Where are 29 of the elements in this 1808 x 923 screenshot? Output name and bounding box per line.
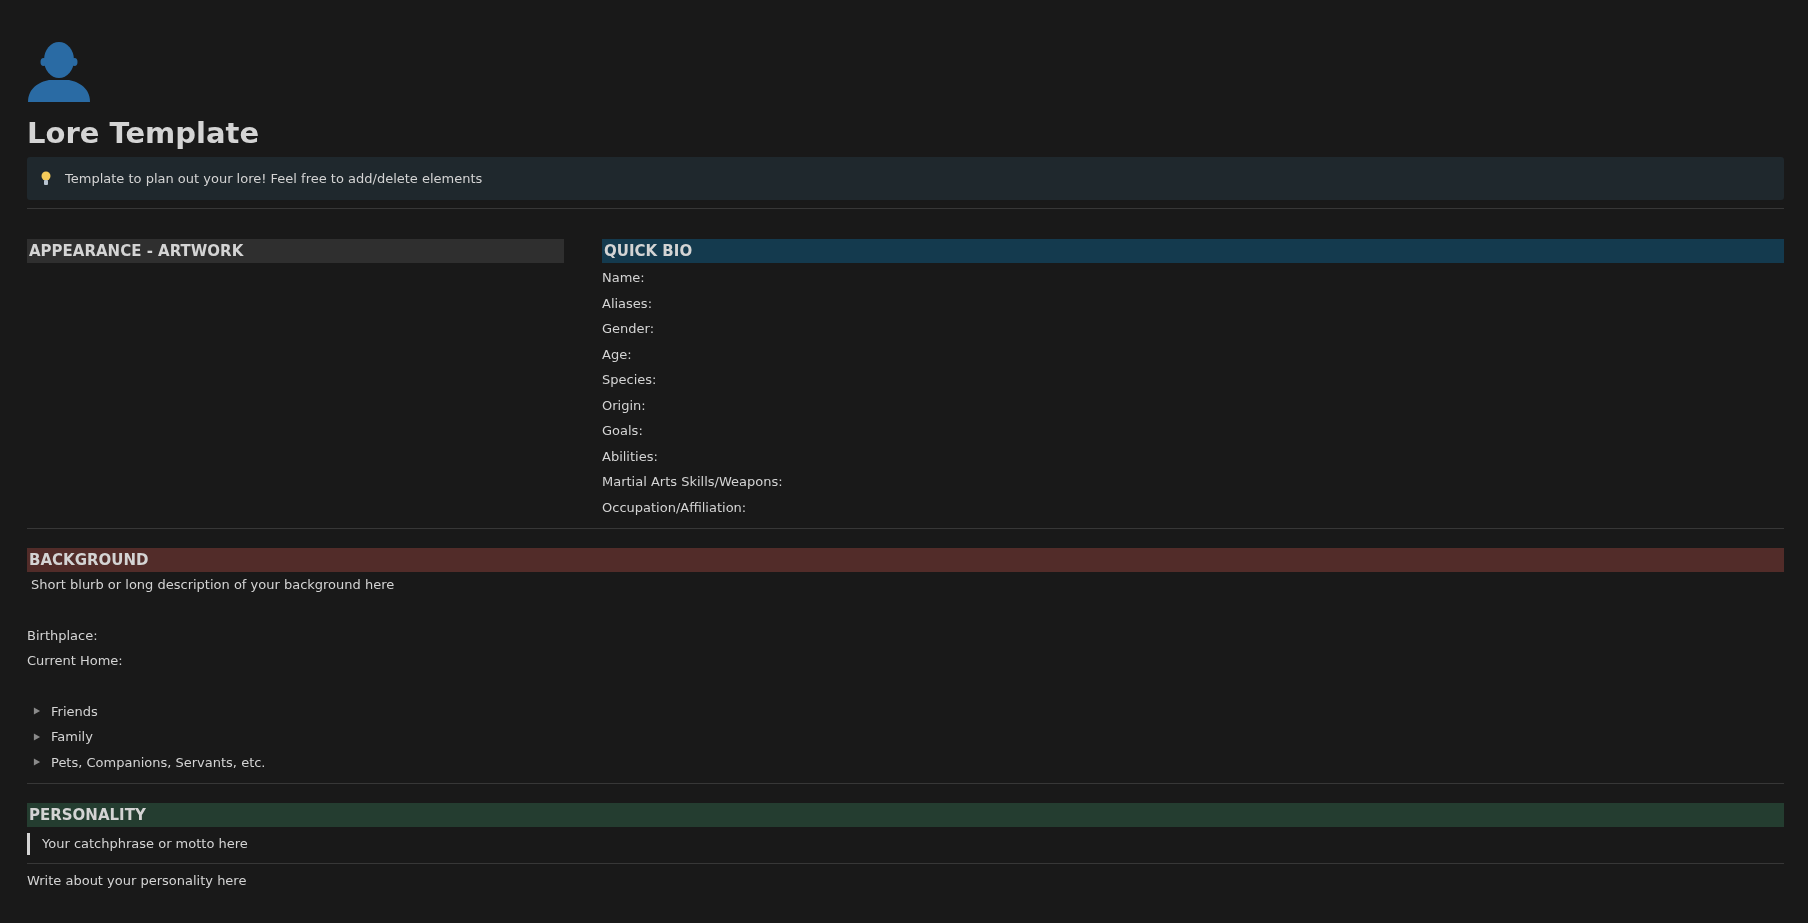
field-label: Aliases: xyxy=(602,294,652,313)
field-label: Species: xyxy=(602,371,657,390)
lightbulb-icon xyxy=(41,171,51,187)
field-label: Occupation/Affiliation: xyxy=(602,498,747,517)
triangle-icon[interactable] xyxy=(33,732,41,742)
page-title: Lore Template xyxy=(27,116,261,151)
field-label: Current Home: xyxy=(27,652,123,671)
field-label: Name: xyxy=(602,269,645,288)
field-label: Age: xyxy=(602,345,632,364)
quote-text: Your catchphrase or motto here xyxy=(27,833,1784,856)
field-label: Gender: xyxy=(602,320,655,339)
triangle-icon[interactable] xyxy=(33,758,41,768)
section-heading: BACKGROUND xyxy=(27,548,1784,573)
field-label: Goals: xyxy=(602,422,643,441)
person-icon xyxy=(27,40,91,102)
description-text: Short blurb or long description of your background here xyxy=(30,576,395,595)
field-label: Origin: xyxy=(602,396,646,415)
toggle-item[interactable]: Family xyxy=(27,724,1784,750)
field-label: Martial Arts Skills/Weapons: xyxy=(602,473,783,492)
field-label: Abilities: xyxy=(602,447,658,466)
triangle-icon[interactable] xyxy=(33,707,41,717)
section-heading: QUICK BIO xyxy=(602,239,1784,264)
toggle-item[interactable]: Pets, Companions, Servants, etc. xyxy=(27,749,1784,776)
section-heading: APPEARANCE - ARTWORK xyxy=(27,239,564,264)
field-label: Birthplace: xyxy=(27,626,98,645)
callout-text: Template to plan out your lore! Feel free to add/delete elements xyxy=(65,169,483,188)
section-heading: PERSONALITY xyxy=(27,803,1784,828)
toggle-item[interactable]: Friends xyxy=(27,698,1784,725)
body-text: Write about your personality here xyxy=(27,872,247,891)
